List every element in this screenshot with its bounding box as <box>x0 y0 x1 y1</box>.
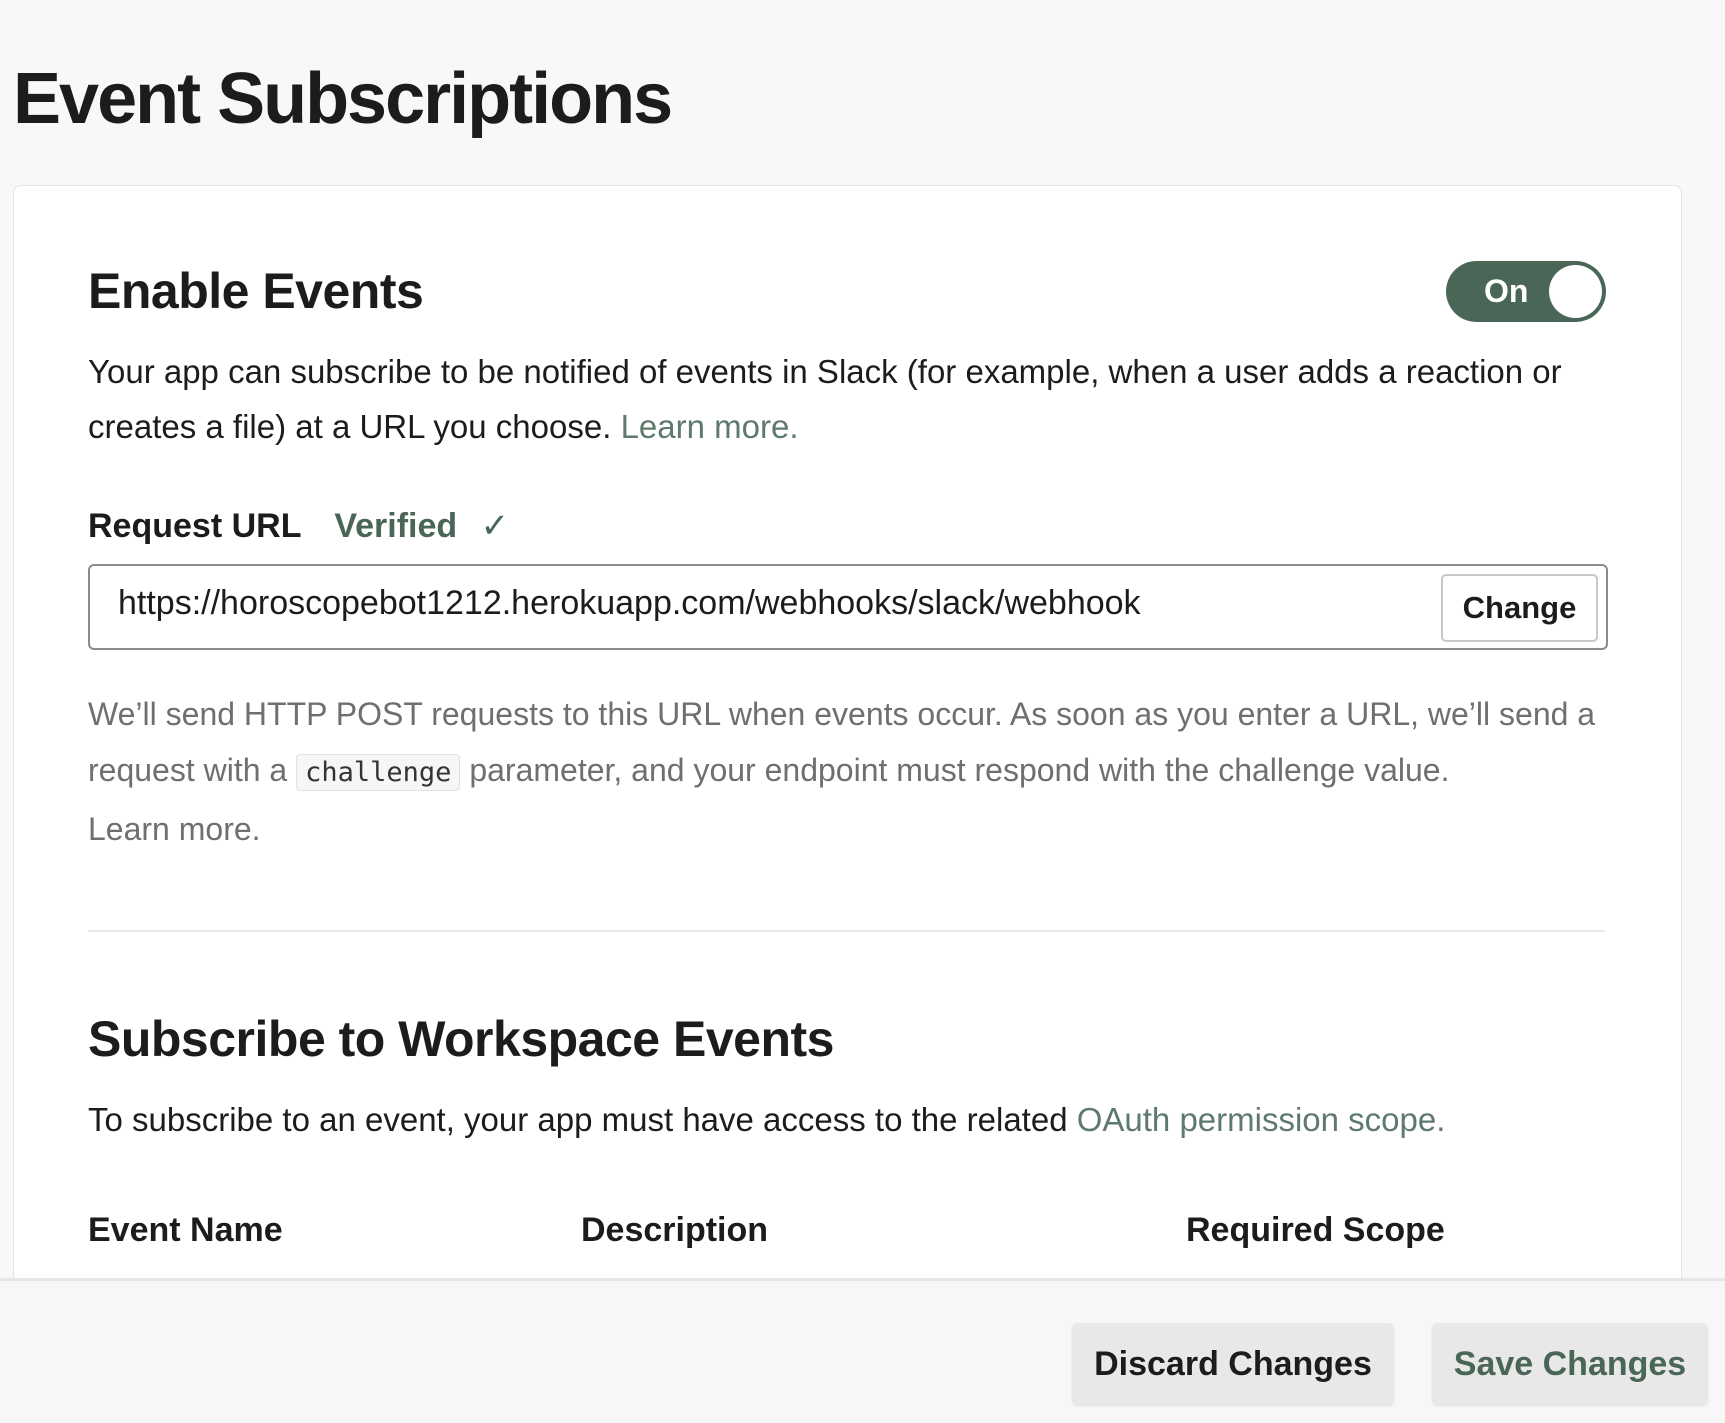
section-divider <box>88 930 1605 932</box>
enable-events-description: Your app can subscribe to be notified of… <box>88 344 1588 454</box>
column-header-description: Description <box>581 1211 769 1249</box>
challenge-code: challenge <box>296 754 461 791</box>
request-url-value[interactable]: https://horoscopebot1212.herokuapp.com/w… <box>118 584 1141 623</box>
request-url-label: Request URL <box>88 507 301 545</box>
enable-events-toggle[interactable]: On <box>1446 261 1606 322</box>
toggle-knob <box>1549 265 1602 318</box>
footer-bar: Discard Changes Save Changes <box>0 1278 1725 1423</box>
enable-events-heading: Enable Events <box>88 263 424 319</box>
request-url-input[interactable]: https://horoscopebot1212.herokuapp.com/w… <box>88 564 1608 650</box>
learn-more-link[interactable]: Learn more. <box>621 408 799 445</box>
description-text: To subscribe to an event, your app must … <box>88 1101 1068 1138</box>
request-url-row: Request URL Verified ✓ <box>88 506 509 546</box>
column-header-required-scope: Required Scope <box>1186 1211 1445 1249</box>
oauth-scope-link[interactable]: OAuth permission scope. <box>1077 1101 1446 1138</box>
workspace-events-description: To subscribe to an event, your app must … <box>88 1092 1445 1147</box>
checkmark-icon: ✓ <box>480 507 510 545</box>
column-header-event-name: Event Name <box>88 1211 283 1249</box>
verified-status: Verified <box>334 507 458 545</box>
toggle-label: On <box>1484 273 1529 309</box>
request-url-help: We’ll send HTTP POST requests to this UR… <box>88 686 1608 857</box>
discard-changes-button[interactable]: Discard Changes <box>1072 1323 1394 1405</box>
description-text: Your app can subscribe to be notified of… <box>88 353 1562 445</box>
change-button[interactable]: Change <box>1441 574 1598 642</box>
page-title: Event Subscriptions <box>13 59 673 139</box>
help-text-after: parameter, and your endpoint must respon… <box>469 752 1450 788</box>
learn-more-link-2[interactable]: Learn more. <box>88 811 261 847</box>
workspace-events-heading: Subscribe to Workspace Events <box>88 1011 834 1067</box>
save-changes-button[interactable]: Save Changes <box>1432 1323 1708 1405</box>
